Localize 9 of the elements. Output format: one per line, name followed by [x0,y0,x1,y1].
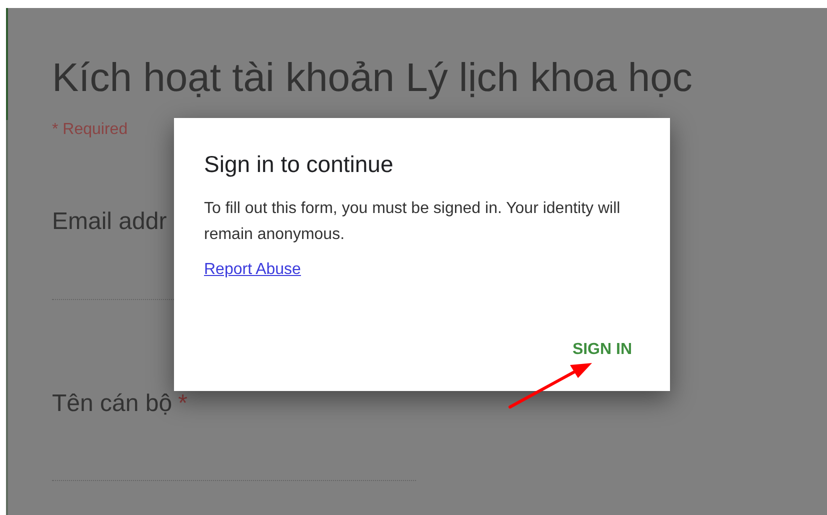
sign-in-button[interactable]: SIGN IN [568,336,636,364]
required-note: * Required [52,120,128,140]
form-title: Kích hoạt tài khoản Lý lịch khoa học [52,55,694,102]
dialog-message: To fill out this form, you must be signed in. Your identity will remain anonymous. [204,199,622,245]
dialog-title: Sign in to continue [204,150,394,178]
field-label: Email addr [52,207,167,237]
field-label: Tên cán bộ [52,389,172,419]
report-abuse-link[interactable]: Report Abuse [204,258,301,282]
required-mark: * [178,389,188,419]
